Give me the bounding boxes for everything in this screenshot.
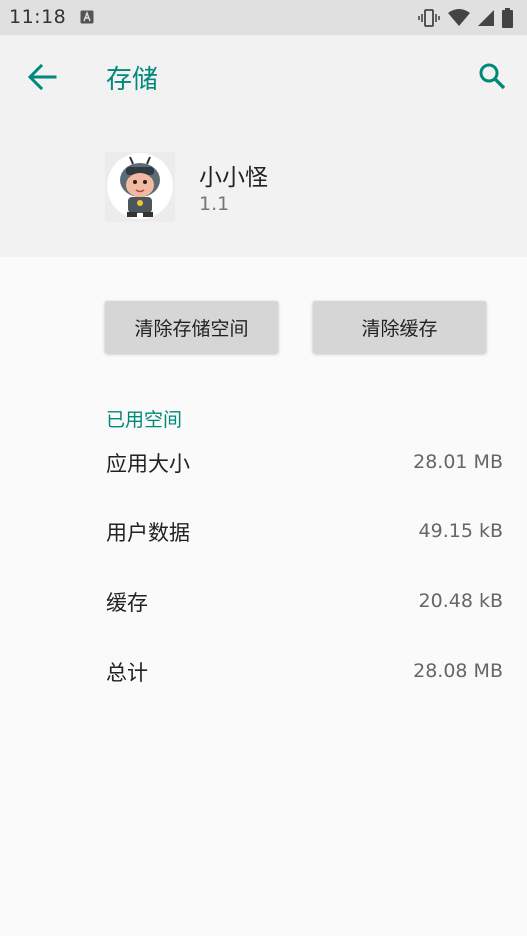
search-icon bbox=[479, 63, 506, 90]
list-item-app-size: 应用大小 28.01 MB bbox=[0, 448, 527, 488]
search-button[interactable] bbox=[475, 59, 509, 93]
app-header: 存储 小小怪 1.1 bbox=[0, 35, 527, 257]
battery-icon bbox=[502, 8, 513, 28]
app-icon bbox=[105, 152, 175, 222]
app-version: 1.1 bbox=[199, 193, 230, 215]
list-item-cache: 缓存 20.48 kB bbox=[0, 587, 527, 627]
a-letter-icon bbox=[80, 10, 94, 24]
row-value: 20.48 kB bbox=[418, 590, 503, 612]
row-value: 28.01 MB bbox=[413, 451, 503, 473]
status-icons bbox=[418, 8, 513, 28]
list-item-user-data: 用户数据 49.15 kB bbox=[0, 517, 527, 557]
signal-icon bbox=[478, 10, 494, 26]
row-label: 应用大小 bbox=[106, 452, 190, 476]
wifi-icon bbox=[448, 9, 470, 26]
page-title: 存储 bbox=[106, 65, 159, 95]
status-bar: 11:18 bbox=[0, 0, 527, 35]
cartoon-character-icon bbox=[107, 153, 173, 219]
row-value: 28.08 MB bbox=[413, 660, 503, 682]
row-label: 总计 bbox=[106, 661, 148, 685]
arrow-back-icon bbox=[27, 64, 57, 90]
back-button[interactable] bbox=[22, 61, 62, 93]
app-name: 小小怪 bbox=[199, 165, 268, 191]
row-value: 49.15 kB bbox=[418, 520, 503, 542]
clear-cache-button[interactable]: 清除缓存 bbox=[313, 301, 486, 353]
clear-storage-button[interactable]: 清除存储空间 bbox=[105, 301, 278, 353]
row-label: 缓存 bbox=[106, 591, 148, 615]
vibrate-icon bbox=[418, 9, 440, 27]
status-time: 11:18 bbox=[9, 6, 67, 28]
row-label: 用户数据 bbox=[106, 521, 190, 545]
list-item-total: 总计 28.08 MB bbox=[0, 657, 527, 697]
section-title-used-space: 已用空间 bbox=[106, 409, 183, 431]
